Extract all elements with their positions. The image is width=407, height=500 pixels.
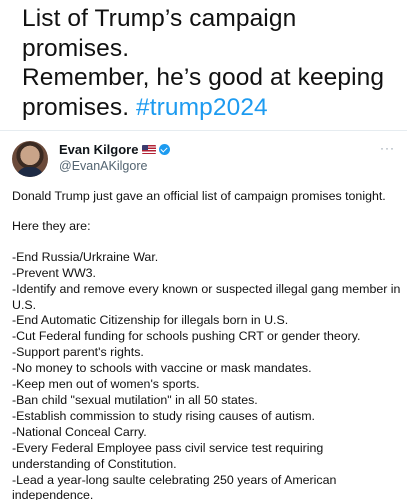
promise-item: -Lead a year-long saulte celebrating 250… <box>12 472 337 500</box>
avatar-shirt <box>16 167 44 177</box>
outer-post-line-4-text: promises. <box>22 93 130 121</box>
display-name[interactable]: Evan Kilgore <box>59 142 138 157</box>
tweet-author: Evan Kilgore @EvanAKilgore <box>59 142 171 173</box>
promise-item: -Cut Federal funding for schools pushing… <box>12 329 361 344</box>
tweet-body: Donald Trump just gave an official list … <box>12 189 402 500</box>
display-name-row: Evan Kilgore <box>59 142 171 157</box>
outer-post-line-2: promises. <box>22 34 130 62</box>
promise-item: -Identify and remove every known or susp… <box>12 281 401 312</box>
outer-post-line-1: List of Trump’s campaign <box>22 5 297 32</box>
embedded-tweet: Evan Kilgore @EvanAKilgore ··· Donald Tr… <box>0 130 407 500</box>
us-flag-icon <box>142 145 157 154</box>
promise-item: -End Automatic Citizenship for illegals … <box>12 313 289 328</box>
promise-item: -Establish commission to study rising ca… <box>12 408 315 423</box>
more-options-icon[interactable]: ··· <box>380 142 395 154</box>
verified-badge-icon <box>159 144 171 155</box>
promise-list: -End Russia/Urkraine War. -Prevent WW3. … <box>12 250 402 500</box>
promise-item: -Every Federal Employee pass civil servi… <box>12 440 324 471</box>
outer-post-line-3: Remember, he’s good at keeping <box>22 64 385 91</box>
outer-post-line-4: promises. #trump2024 <box>22 93 402 123</box>
promise-item: -Ban child "sexual mutilation" in all 50… <box>12 392 258 407</box>
tweet-here-they-are: Here they are: <box>12 218 91 233</box>
promise-item: -National Conceal Carry. <box>12 424 147 439</box>
promise-item: -Keep men out of women's sports. <box>12 377 200 392</box>
promise-item: -Prevent WW3. <box>12 265 96 280</box>
outer-post-text: List of Trump’s campaign promises. Remem… <box>22 4 402 122</box>
user-handle[interactable]: @EvanAKilgore <box>59 159 170 173</box>
avatar[interactable] <box>12 141 48 177</box>
promise-item: -End Russia/Urkraine War. <box>12 249 159 264</box>
promise-item: -No money to schools with vaccine or mas… <box>12 361 312 376</box>
promise-item: -Support parent's rights. <box>12 345 144 360</box>
hashtag-link[interactable]: #trump2024 <box>136 94 268 121</box>
tweet-intro: Donald Trump just gave an official list … <box>12 189 386 203</box>
